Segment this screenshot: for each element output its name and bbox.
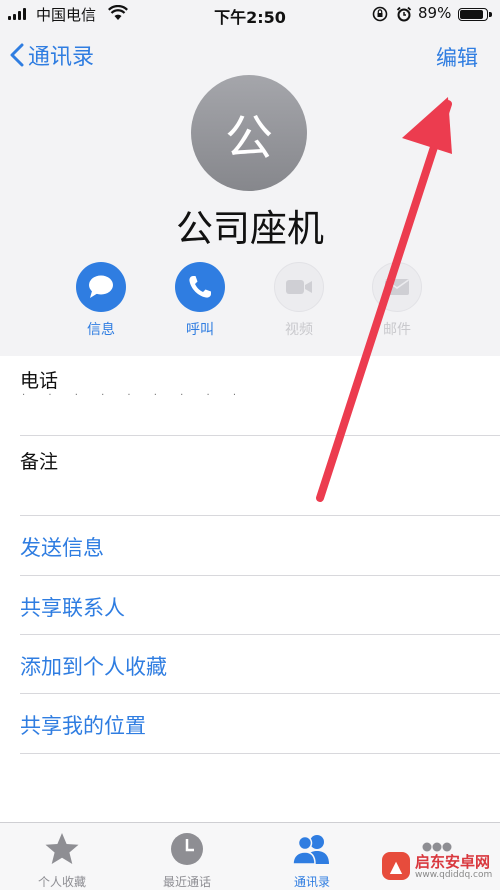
star-icon bbox=[12, 831, 112, 867]
battery-percent: 89% bbox=[418, 4, 452, 22]
battery-icon bbox=[458, 8, 492, 21]
edit-button[interactable]: 编辑 bbox=[436, 42, 478, 72]
video-label: 视频 bbox=[285, 322, 313, 338]
phone-field[interactable]: 电话 · · · · · · · · · bbox=[20, 356, 500, 436]
video-icon bbox=[274, 262, 324, 312]
phone-label: 电话 bbox=[20, 370, 59, 392]
tab-favorites-label: 个人收藏 bbox=[37, 875, 86, 889]
rotation-lock-icon bbox=[372, 6, 388, 26]
video-button[interactable]: 视频 bbox=[264, 262, 334, 339]
tab-favorites[interactable]: 个人收藏 bbox=[12, 823, 112, 890]
clock-icon bbox=[137, 831, 237, 867]
call-button[interactable]: 呼叫 bbox=[165, 262, 235, 339]
share-contact-label: 共享联系人 bbox=[20, 596, 125, 620]
tab-recents[interactable]: 最近通话 bbox=[137, 823, 237, 890]
back-button[interactable]: 通讯录 bbox=[10, 40, 94, 70]
share-location-label: 共享我的位置 bbox=[20, 714, 146, 738]
mail-button[interactable]: 邮件 bbox=[362, 262, 432, 339]
watermark-url: www.qdiddq.com bbox=[415, 870, 493, 880]
chevron-left-icon bbox=[10, 43, 24, 67]
tab-contacts[interactable]: 通讯录 bbox=[262, 823, 362, 890]
notes-field[interactable]: 备注 bbox=[20, 436, 500, 516]
watermark: ▲ 启东安卓网 www.qdiddq.com bbox=[382, 850, 497, 886]
notes-label: 备注 bbox=[20, 451, 59, 473]
status-bar: 中国电信 下午2:50 89% bbox=[0, 0, 500, 30]
share-contact-link[interactable]: 共享联系人 bbox=[20, 576, 500, 635]
call-label: 呼叫 bbox=[186, 322, 214, 338]
phone-icon bbox=[175, 262, 225, 312]
mail-icon bbox=[372, 262, 422, 312]
add-to-favorites-link[interactable]: 添加到个人收藏 bbox=[20, 635, 500, 694]
mail-label: 邮件 bbox=[383, 322, 411, 338]
add-to-favorites-label: 添加到个人收藏 bbox=[20, 655, 167, 679]
back-label: 通讯录 bbox=[28, 45, 95, 70]
avatar-initial: 公 bbox=[224, 110, 273, 166]
contacts-icon bbox=[262, 831, 362, 867]
tab-contacts-label: 通讯录 bbox=[293, 875, 330, 889]
send-message-link[interactable]: 发送信息 bbox=[20, 516, 500, 576]
watermark-logo-icon: ▲ bbox=[382, 852, 410, 880]
message-label: 信息 bbox=[87, 322, 115, 338]
contact-name: 公司座机 bbox=[176, 207, 324, 250]
message-icon bbox=[76, 262, 126, 312]
phone-number-mask: · · · · · · · · · bbox=[22, 390, 247, 401]
share-location-link[interactable]: 共享我的位置 bbox=[20, 694, 500, 754]
watermark-name: 启东安卓网 bbox=[415, 853, 491, 871]
message-button[interactable]: 信息 bbox=[66, 262, 136, 339]
alarm-icon bbox=[396, 6, 412, 26]
action-bar: 信息 呼叫 视频 邮件 bbox=[0, 262, 500, 342]
avatar: 公 bbox=[191, 75, 307, 191]
send-message-label: 发送信息 bbox=[20, 536, 104, 560]
tab-recents-label: 最近通话 bbox=[162, 875, 211, 889]
